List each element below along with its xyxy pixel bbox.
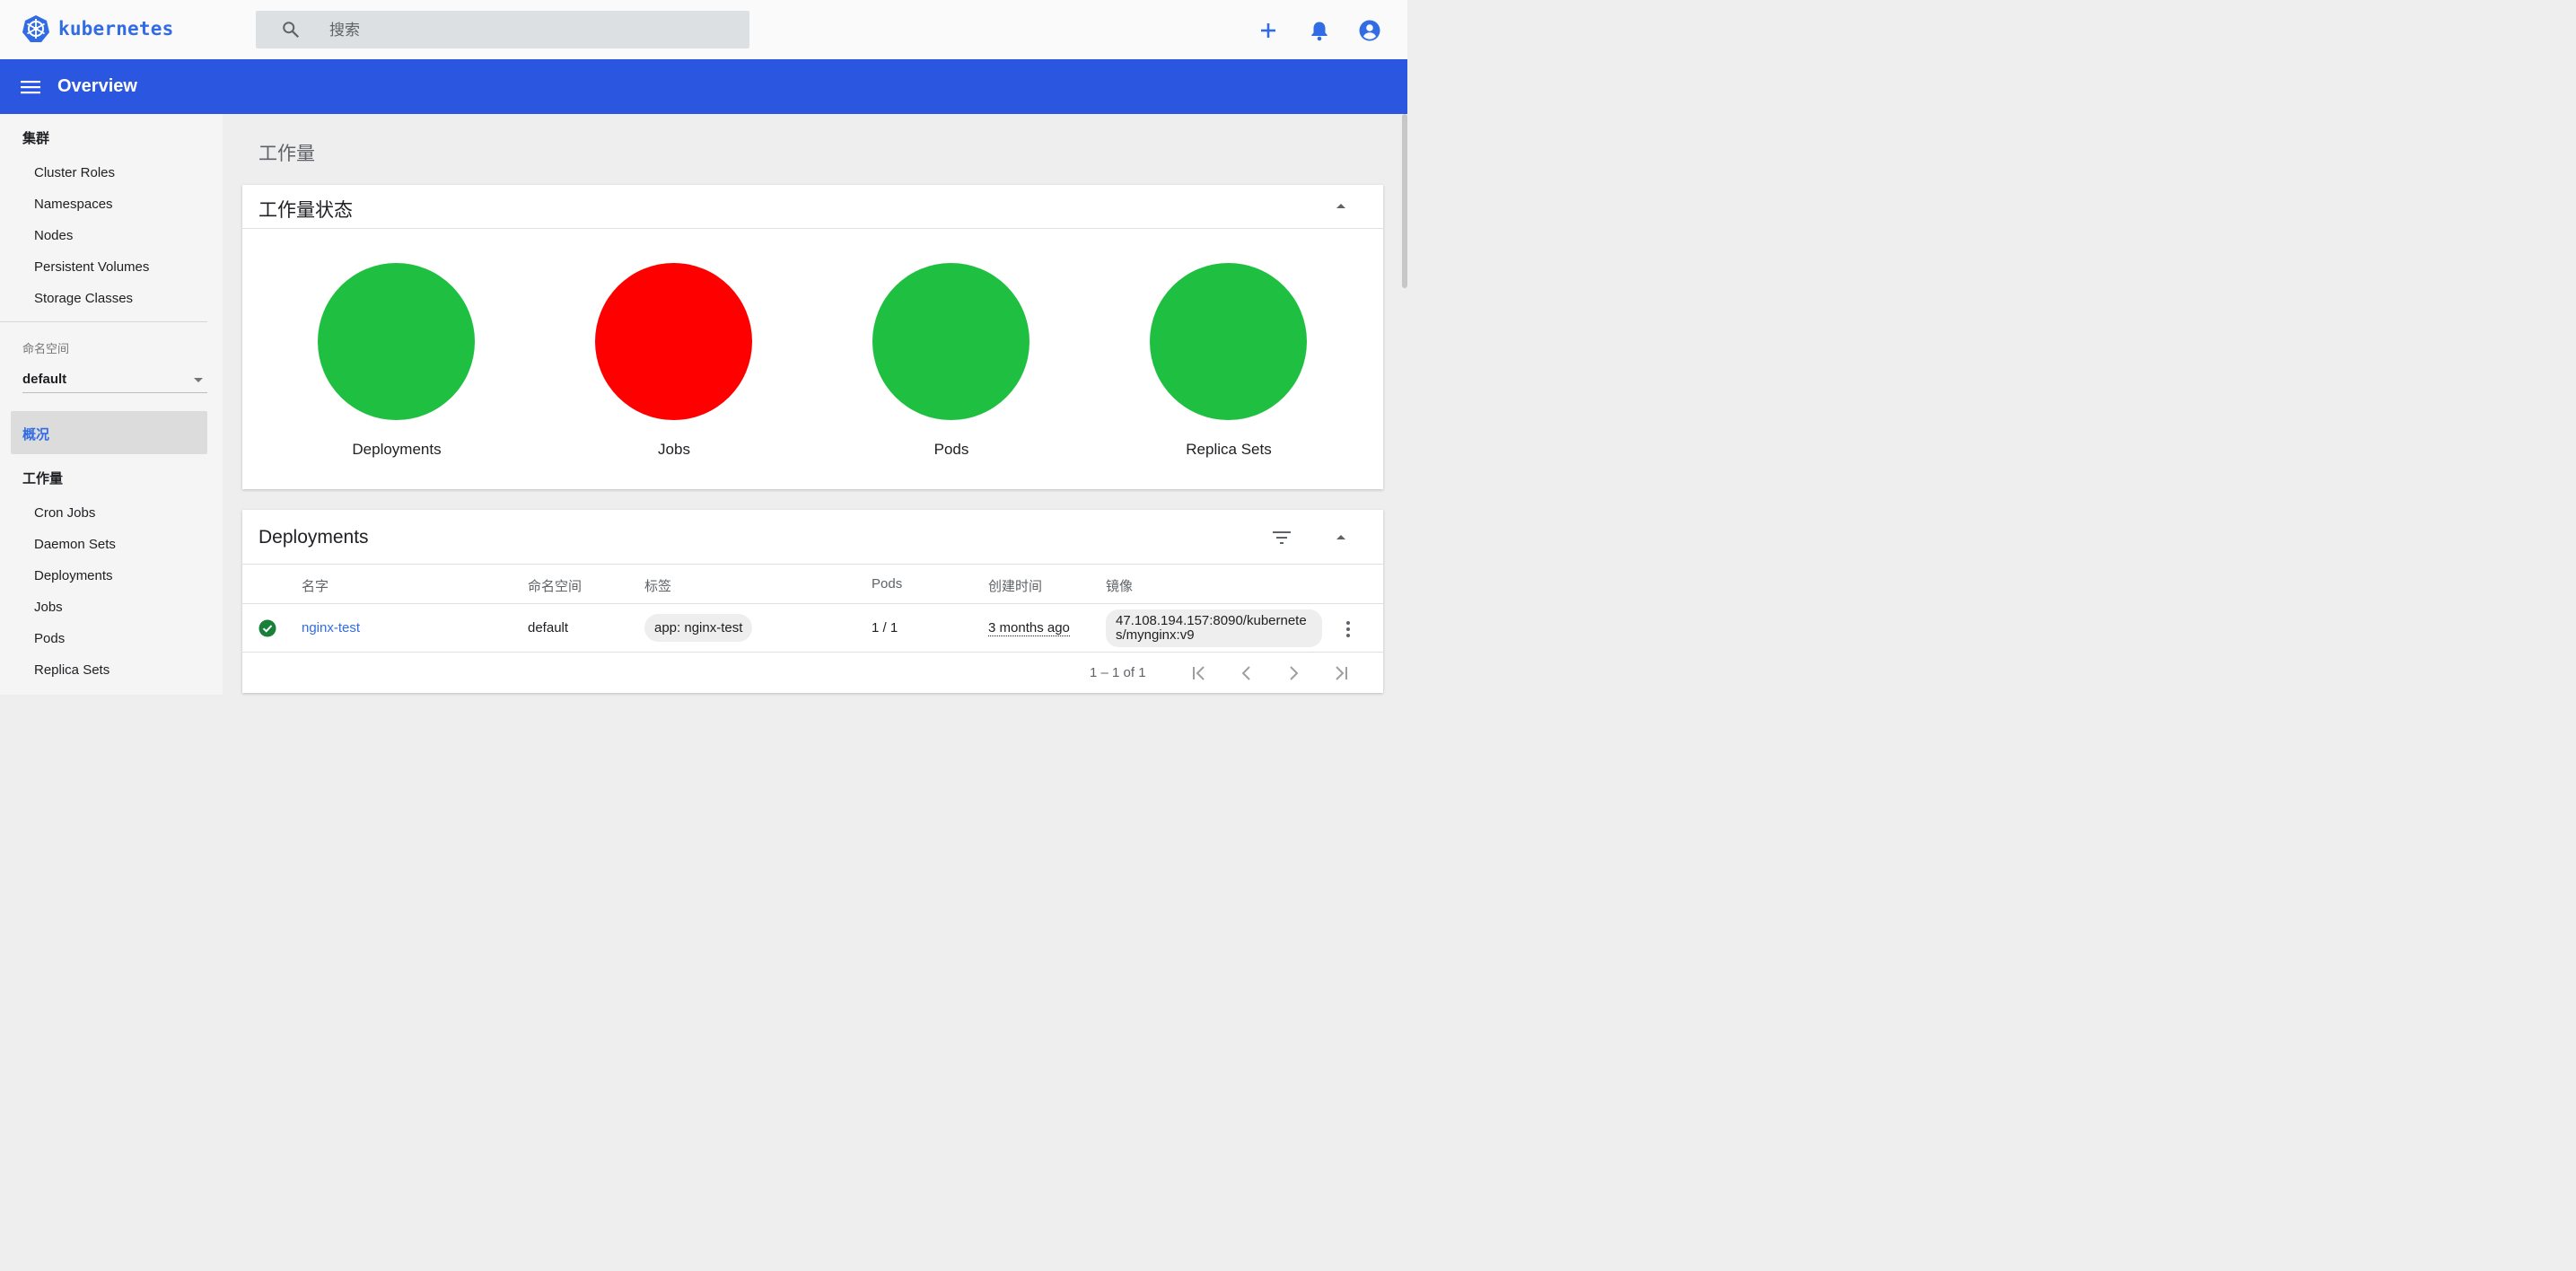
sidebar-item-nodes[interactable]: Nodes — [34, 228, 73, 243]
sidebar-item-cluster-roles[interactable]: Cluster Roles — [34, 165, 115, 180]
collapse-icon[interactable] — [1330, 196, 1352, 217]
next-page-icon[interactable] — [1284, 663, 1303, 683]
namespace-value: default — [22, 372, 67, 387]
more-vert-icon[interactable] — [1337, 618, 1359, 640]
sidebar-item-replica-sets[interactable]: Replica Sets — [34, 662, 110, 678]
table-divider — [242, 603, 1383, 604]
deployment-pods: 1 / 1 — [872, 620, 898, 636]
notifications-icon[interactable] — [1308, 19, 1331, 42]
card-header: 工作量状态 — [242, 185, 1383, 229]
deployment-created: 3 months ago — [988, 620, 1070, 636]
sidebar-item-daemon-sets[interactable]: Daemon Sets — [34, 537, 116, 552]
deployment-name-link[interactable]: nginx-test — [302, 620, 360, 636]
kubernetes-logo[interactable]: kubernetes — [22, 14, 173, 43]
sidebar-item-persistent-volumes[interactable]: Persistent Volumes — [34, 259, 149, 275]
status-circle-deployments — [318, 263, 475, 420]
account-icon[interactable] — [1358, 19, 1381, 42]
brand-name: kubernetes — [58, 18, 174, 39]
check-circle-icon — [258, 619, 276, 637]
kubernetes-wheel-icon — [22, 15, 49, 42]
sidebar-item-overview-label: 概况 — [22, 427, 50, 443]
image-line-2: s/mynginx:v9 — [1116, 627, 1195, 643]
status-label-jobs: Jobs — [658, 441, 690, 458]
column-header-created[interactable]: 创建时间 — [988, 576, 1042, 595]
image-line-1: 47.108.194.157:8090/kubernete — [1116, 613, 1307, 628]
search-bar — [256, 11, 749, 50]
sidebar: 集群 Cluster Roles Namespaces Nodes Persis… — [0, 114, 223, 695]
sidebar-divider — [0, 321, 207, 322]
menu-icon[interactable] — [20, 76, 41, 98]
sidebar-item-pods[interactable]: Pods — [34, 631, 65, 646]
sidebar-item-cron-jobs[interactable]: Cron Jobs — [34, 505, 95, 521]
sidebar-item-deployments[interactable]: Deployments — [34, 568, 113, 583]
column-header-namespace: 命名空间 — [528, 579, 583, 594]
status-label-pods: Pods — [933, 441, 969, 458]
image-chip: 47.108.194.157:8090/kubernete s/mynginx:… — [1106, 609, 1322, 647]
filter-icon[interactable] — [1271, 527, 1292, 548]
column-header-name[interactable]: 名字 — [302, 576, 329, 595]
namespace-select[interactable]: default — [22, 363, 207, 393]
pagination-range: 1 – 1 of 1 — [1090, 665, 1146, 680]
first-page-icon[interactable] — [1190, 663, 1210, 683]
table-divider — [242, 652, 1383, 653]
sidebar-item-jobs[interactable]: Jobs — [34, 600, 63, 615]
status-circle-jobs — [595, 263, 752, 420]
collapse-icon[interactable] — [1330, 527, 1352, 548]
deployment-namespace: default — [528, 620, 569, 636]
sidebar-item-namespaces[interactable]: Namespaces — [34, 197, 113, 212]
namespace-label: 命名空间 — [22, 342, 70, 355]
workloads-heading[interactable]: 工作量 — [22, 469, 63, 487]
cluster-heading[interactable]: 集群 — [22, 128, 49, 147]
status-label-replica-sets: Replica Sets — [1186, 441, 1272, 458]
card-title: Deployments — [258, 527, 369, 548]
column-header-pods: Pods — [872, 576, 903, 592]
label-chip: app: nginx-test — [644, 614, 753, 642]
sidebar-item-storage-classes[interactable]: Storage Classes — [34, 291, 133, 306]
page-scrollbar[interactable] — [1402, 114, 1407, 288]
status-circle-replica-sets — [1150, 263, 1307, 420]
card-header: Deployments — [242, 510, 1383, 565]
previous-page-icon[interactable] — [1237, 663, 1257, 683]
dropdown-arrow-icon — [194, 378, 203, 382]
card-title: 工作量状态 — [258, 200, 353, 221]
toolbar-title: Overview — [57, 76, 137, 96]
search-input[interactable] — [328, 11, 726, 50]
page-toolbar: Overview — [0, 59, 1407, 114]
column-header-images: 镜像 — [1106, 579, 1134, 594]
deployments-card: Deployments 名字 命名空间 标签 Pods 创建时间 镜像 ngin… — [242, 510, 1383, 693]
status-label-deployments: Deployments — [352, 441, 442, 458]
workload-status-card: 工作量状态 Deployments Jobs Pods Replica Sets — [242, 185, 1383, 489]
sidebar-item-overview[interactable]: 概况 — [11, 411, 207, 454]
page-title: 工作量 — [258, 144, 315, 164]
search-icon[interactable] — [281, 20, 301, 39]
column-header-labels: 标签 — [644, 579, 672, 594]
top-bar: kubernetes — [0, 0, 1407, 59]
status-circle-pods — [872, 263, 1030, 420]
last-page-icon[interactable] — [1330, 663, 1350, 683]
add-icon[interactable] — [1257, 19, 1280, 42]
